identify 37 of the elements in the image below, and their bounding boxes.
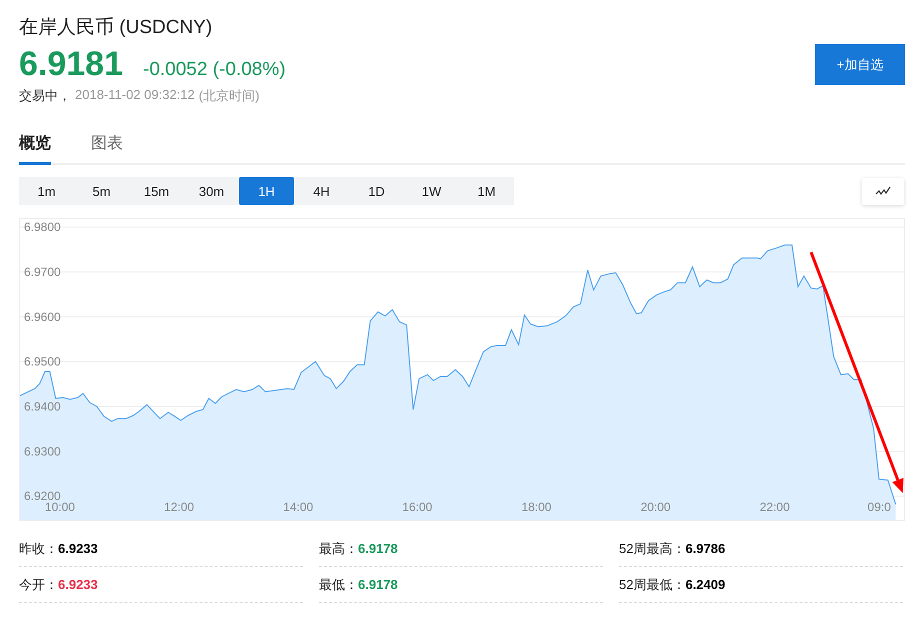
- stat-label: 52周最低：: [619, 576, 686, 594]
- y-axis-label: 6.9700: [24, 264, 61, 279]
- tab[interactable]: 概览: [19, 129, 51, 165]
- stat-value: 6.9786: [685, 541, 726, 556]
- x-axis-label: 20:00: [640, 500, 671, 514]
- y-axis-label: 6.9300: [24, 444, 61, 458]
- period-button[interactable]: 1H: [239, 177, 294, 205]
- tab[interactable]: 图表: [91, 129, 123, 165]
- x-axis-label: 18:00: [521, 500, 552, 514]
- x-axis-label: 16:00: [402, 500, 432, 514]
- instrument-title: 在岸人民币 (USDCNY): [19, 16, 214, 40]
- current-price: 6.9181: [19, 44, 123, 84]
- x-axis-label: 22:00: [760, 500, 790, 514]
- x-axis-label: 09:0: [868, 500, 891, 514]
- timestamp: 2018-11-02 09:32:12: [75, 87, 195, 104]
- stat-label: 52周最高：: [619, 540, 686, 558]
- price-change: -0.0052 (-0.08%): [143, 59, 286, 81]
- line-chart-icon: [875, 186, 891, 196]
- stat-label: 最低：: [319, 576, 358, 594]
- add-watchlist-button[interactable]: +加自选: [815, 44, 905, 85]
- stat-label: 最高：: [319, 540, 358, 558]
- y-axis-label: 6.9500: [24, 354, 61, 369]
- stat-value: 6.2409: [685, 577, 726, 592]
- stat-label: 昨收：: [19, 540, 58, 558]
- stat-value: 6.9178: [358, 541, 398, 556]
- y-axis-label: 6.9400: [24, 400, 61, 414]
- stat-value: 6.9233: [58, 577, 98, 592]
- stat-value: 6.9233: [58, 541, 98, 556]
- chart-type-button[interactable]: [862, 178, 904, 204]
- x-axis-label: 12:00: [164, 500, 194, 514]
- stat-label: 今开：: [19, 576, 58, 594]
- stat-value: 6.9178: [358, 577, 398, 592]
- timezone-label: (北京时间): [198, 87, 260, 105]
- y-axis-label: 6.9800: [24, 220, 61, 234]
- y-axis-label: 6.9600: [24, 310, 61, 324]
- trading-status: 交易中，: [19, 87, 71, 105]
- x-axis-label: 14:00: [283, 500, 314, 514]
